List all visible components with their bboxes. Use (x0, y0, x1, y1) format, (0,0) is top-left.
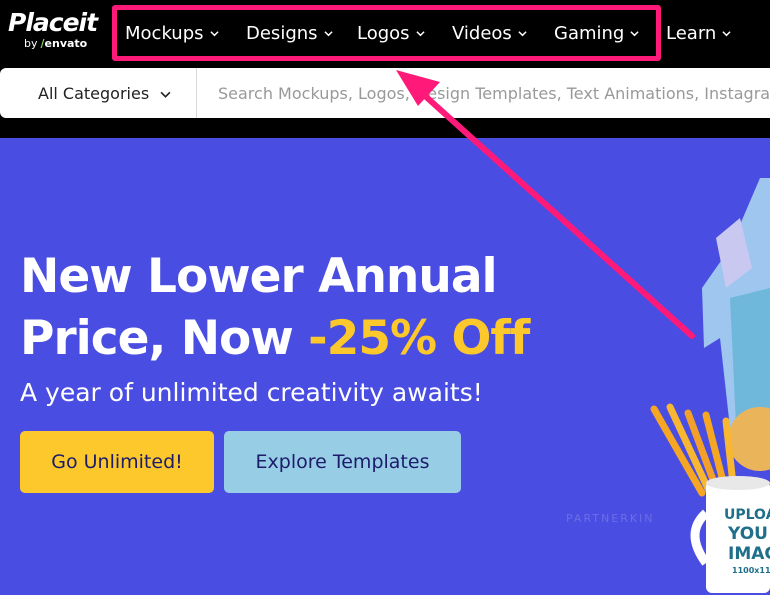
placeit-logo[interactable]: Placeit by ∕envato (8, 8, 104, 56)
category-dropdown-label: All Categories (38, 83, 150, 103)
chevron-down-icon (722, 29, 731, 38)
logo-wordmark: Placeit (8, 8, 98, 37)
hero-title-line1: New Lower Annual (20, 249, 498, 304)
category-dropdown[interactable]: All Categories (0, 68, 197, 118)
logo-by: by (24, 37, 38, 50)
mug-pencils-image: UPLOA YOU IMAG 1100x112 (650, 403, 770, 593)
nav-highlight-box (112, 5, 661, 61)
search-input[interactable] (198, 68, 770, 118)
nav-item-learn[interactable]: Learn (666, 20, 731, 46)
mug-text-line2: YOU (727, 524, 768, 544)
chevron-down-icon (160, 89, 171, 100)
watermark-text: PARTNERKIN (566, 512, 655, 525)
hero-title-prefix: Price, Now (20, 311, 294, 366)
logo-byline: by ∕envato (24, 37, 87, 50)
hero-title: New Lower Annual Price, Now -25% Off (20, 246, 580, 370)
hero-discount: -25% Off (308, 311, 530, 366)
mug-text-line3: IMAG (728, 544, 770, 564)
hero-banner: UPLOA YOU IMAG 1100x112 PARTNERKIN New L… (0, 138, 770, 595)
mug-text-line4: 1100x112 (732, 566, 770, 575)
top-navigation: Placeit by ∕envato Mockups Designs Logos … (0, 0, 770, 66)
go-unlimited-button[interactable]: Go Unlimited! (20, 431, 214, 493)
explore-templates-button[interactable]: Explore Templates (224, 431, 461, 493)
hero-title-line2: Price, Now -25% Off (20, 308, 580, 370)
nav-item-label: Learn (666, 22, 717, 44)
hero-subtitle: A year of unlimited creativity awaits! (20, 378, 483, 407)
logo-parent: envato (44, 37, 88, 50)
mug-text-line1: UPLOA (724, 507, 770, 523)
search-bar: All Categories (0, 68, 770, 118)
